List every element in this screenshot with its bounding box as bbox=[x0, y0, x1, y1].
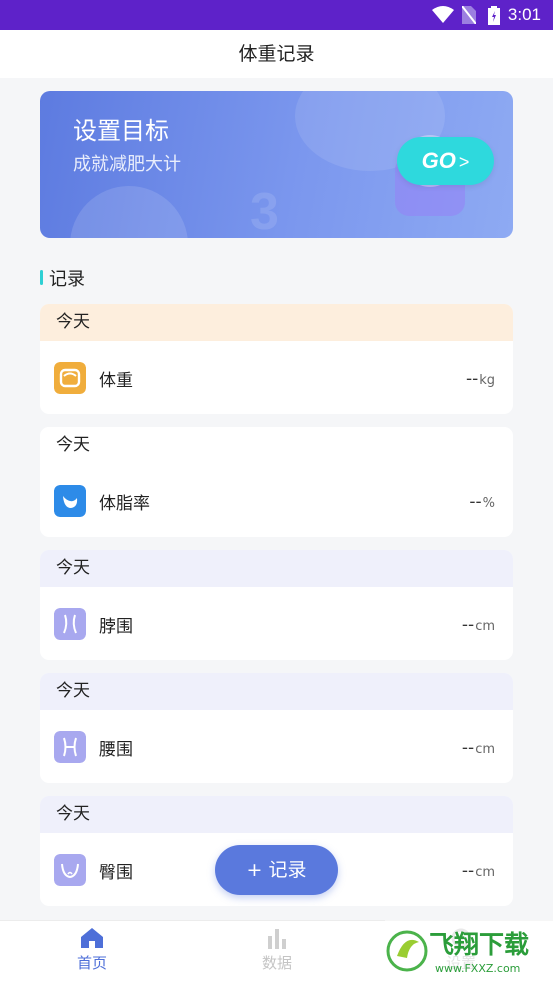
record-name: 脖围 bbox=[99, 617, 133, 637]
hip-icon bbox=[54, 854, 86, 886]
record-date: 今天 bbox=[40, 673, 513, 710]
page-title: 体重记录 bbox=[0, 30, 553, 78]
waist-icon bbox=[54, 731, 86, 763]
record-value: --cm bbox=[461, 615, 495, 635]
nav-label: 首页 bbox=[76, 954, 107, 972]
wifi-icon bbox=[432, 6, 454, 23]
record-date: 今天 bbox=[40, 304, 513, 341]
record-name: 臀围 bbox=[99, 863, 133, 883]
record-date: 今天 bbox=[40, 550, 513, 587]
go-label: GO bbox=[421, 148, 456, 173]
watermark-logo: 飞翔下载 www.FXXZ.com bbox=[385, 920, 553, 983]
nav-item-data[interactable]: 数据 bbox=[237, 927, 317, 973]
record-value: --kg bbox=[465, 369, 495, 389]
record-card-waist[interactable]: 今天 腰围 --cm bbox=[40, 673, 513, 783]
section-title: 记录 bbox=[49, 269, 85, 290]
watermark-url: www.FXXZ.com bbox=[435, 962, 520, 975]
go-button[interactable]: GO > bbox=[397, 137, 494, 185]
record-card-neck[interactable]: 今天 脖围 --cm bbox=[40, 550, 513, 660]
svg-text:3: 3 bbox=[250, 183, 279, 234]
record-value: --% bbox=[469, 492, 495, 512]
battery-icon bbox=[488, 6, 500, 25]
goal-banner[interactable]: 3 设置目标 成就减肥大计 GO > bbox=[40, 91, 513, 238]
no-sim-icon bbox=[462, 6, 476, 24]
watermark-brand: 飞翔下载 bbox=[429, 930, 529, 959]
status-bar: 3:01 bbox=[0, 0, 553, 30]
scale-icon bbox=[54, 362, 86, 394]
chart-icon bbox=[268, 929, 286, 949]
nav-item-home[interactable]: 首页 bbox=[52, 927, 132, 973]
banner-decoration bbox=[70, 186, 188, 238]
chevron-right-icon: > bbox=[458, 152, 470, 172]
record-date: 今天 bbox=[40, 427, 513, 464]
record-date: 今天 bbox=[40, 796, 513, 833]
body-fat-icon bbox=[54, 485, 86, 517]
nav-label: 数据 bbox=[261, 954, 292, 972]
record-card-weight[interactable]: 今天 体重 --kg bbox=[40, 304, 513, 414]
record-name: 腰围 bbox=[99, 740, 133, 760]
home-icon bbox=[81, 928, 103, 948]
record-value: --cm bbox=[461, 738, 495, 758]
banner-subtitle: 成就减肥大计 bbox=[73, 154, 181, 175]
banner-title: 设置目标 bbox=[73, 117, 169, 145]
add-record-button[interactable]: + 记录 bbox=[215, 845, 338, 895]
record-value: --cm bbox=[461, 861, 495, 881]
record-name: 体重 bbox=[99, 371, 133, 391]
three-decoration-icon: 3 bbox=[250, 183, 279, 234]
clock: 3:01 bbox=[507, 5, 541, 24]
record-name: 体脂率 bbox=[99, 494, 150, 514]
record-card-body-fat[interactable]: 今天 体脂率 --% bbox=[40, 427, 513, 537]
section-accent bbox=[40, 270, 43, 285]
neck-icon bbox=[54, 608, 86, 640]
